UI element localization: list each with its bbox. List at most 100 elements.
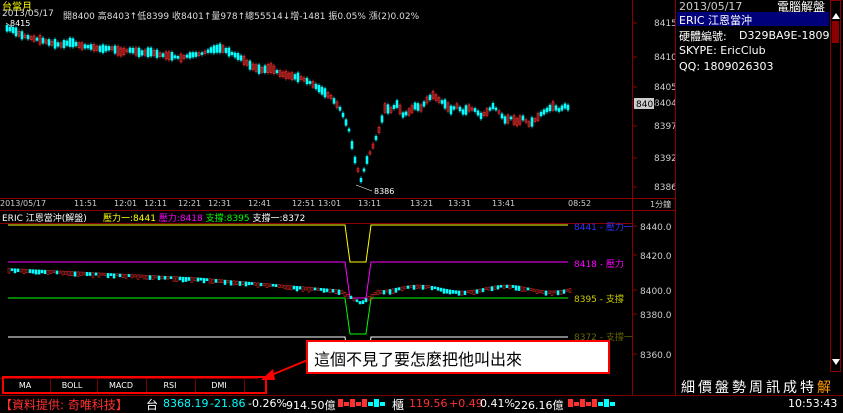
time-axis-label: 12:11	[144, 199, 168, 208]
function-key-analysis[interactable]: 解	[817, 377, 831, 397]
indicator-candle	[382, 290, 386, 295]
indicator-candle	[493, 285, 497, 290]
indicator-candle	[301, 286, 305, 292]
indicator-axis-label: 8360.0	[640, 351, 672, 361]
indicator-candle	[211, 278, 215, 284]
candle	[413, 102, 417, 110]
candle	[146, 47, 150, 58]
time-axis-label: 13:11	[358, 199, 382, 208]
function-key-week[interactable]: 周	[749, 377, 763, 397]
candle	[365, 156, 369, 164]
candle	[11, 26, 15, 34]
indicator-candle	[502, 284, 506, 289]
price-chart[interactable]: 8415841084058404839783928386840184158386	[0, 0, 675, 210]
function-key-price[interactable]: 價	[698, 377, 712, 397]
price-axis-label: 8415	[654, 19, 675, 29]
function-key-news[interactable]: 訊	[766, 377, 780, 397]
price-axis-label: 8397	[654, 122, 675, 132]
strength-bar	[362, 399, 367, 407]
indicator-candle	[64, 271, 68, 275]
candle	[257, 64, 261, 74]
indicator-candle	[142, 274, 146, 280]
candle	[206, 49, 210, 53]
function-key-trades[interactable]: 成	[783, 377, 797, 397]
strength-bar	[568, 399, 573, 407]
scroll-thumb[interactable]	[832, 21, 839, 43]
indicator-candle	[373, 291, 377, 296]
sidebar-scrollbar[interactable]	[830, 0, 841, 372]
candle	[65, 40, 69, 46]
candle	[263, 65, 267, 73]
otc-label: 櫃	[392, 398, 405, 412]
candle	[35, 37, 39, 41]
candle	[443, 99, 447, 109]
indicator-candle	[556, 290, 560, 296]
candle	[20, 31, 24, 40]
indicator-candle	[367, 296, 371, 301]
indicator-candle	[487, 286, 491, 291]
indicator-candle	[283, 284, 287, 290]
otc-volume: 226.16億	[514, 399, 564, 412]
candle	[560, 105, 564, 111]
indicator-candle	[259, 282, 263, 287]
candle	[128, 47, 132, 53]
indicator-candle	[22, 268, 26, 274]
indicator-candle	[430, 285, 434, 291]
tabs-highlight-box	[2, 376, 267, 394]
indicator-candle	[469, 290, 473, 294]
indicator-candle	[331, 289, 335, 293]
indicator-candle	[193, 277, 197, 281]
indicator-candle	[553, 290, 557, 294]
indicator-candle	[247, 281, 251, 286]
candle	[452, 106, 456, 110]
candle	[104, 45, 108, 52]
indicator-candle	[391, 288, 395, 294]
candle	[458, 106, 462, 112]
indicator-candle	[514, 285, 518, 291]
indicator-candle	[94, 272, 98, 276]
indicator-candle	[295, 285, 299, 292]
candle	[341, 112, 345, 118]
indicator-candle	[337, 289, 341, 295]
indicator-candle	[412, 284, 416, 290]
scroll-up-arrow-icon[interactable]	[832, 13, 840, 19]
price-axis-label: 8410	[654, 53, 675, 63]
candle	[530, 117, 534, 127]
function-key-special[interactable]: 特	[800, 377, 814, 397]
candle	[344, 119, 348, 126]
indicator-candle	[127, 274, 131, 277]
indicator-candle	[508, 284, 512, 290]
candle	[347, 128, 351, 132]
indicator-candle	[220, 279, 224, 284]
indicator-candle	[298, 286, 302, 290]
indicator-candle	[454, 290, 458, 294]
candle	[449, 105, 453, 115]
indicator-candle	[7, 268, 11, 274]
strength-bar	[350, 399, 355, 407]
low-marker-line	[355, 184, 373, 192]
data-provider: 【資料提供: 奇唯科技】	[0, 398, 128, 412]
function-key-trend[interactable]: 勢	[732, 377, 746, 397]
level-label: 8441 - 壓力一	[574, 221, 633, 233]
candle	[308, 81, 312, 84]
indicator-candle	[28, 269, 32, 274]
strength-bar	[598, 402, 603, 406]
function-key-detail[interactable]: 細	[681, 377, 695, 397]
scroll-down-arrow-icon[interactable]	[832, 359, 840, 365]
indicator-candle	[34, 269, 38, 275]
indicator-candle	[436, 287, 440, 291]
candle	[161, 53, 165, 58]
indicator-candle	[46, 270, 50, 275]
indicator-candle	[19, 268, 23, 273]
function-key-board[interactable]: 盤	[715, 377, 729, 397]
indicator-candle	[268, 283, 272, 287]
candle	[332, 98, 336, 104]
candle	[362, 168, 366, 172]
indicator-candle	[385, 289, 389, 293]
candle	[380, 115, 384, 123]
candle	[503, 116, 507, 124]
hardware-id-label: 硬體編號:	[679, 30, 727, 43]
indicator-candle	[109, 273, 113, 276]
strength-bar	[338, 399, 343, 407]
strength-bar	[344, 402, 349, 406]
